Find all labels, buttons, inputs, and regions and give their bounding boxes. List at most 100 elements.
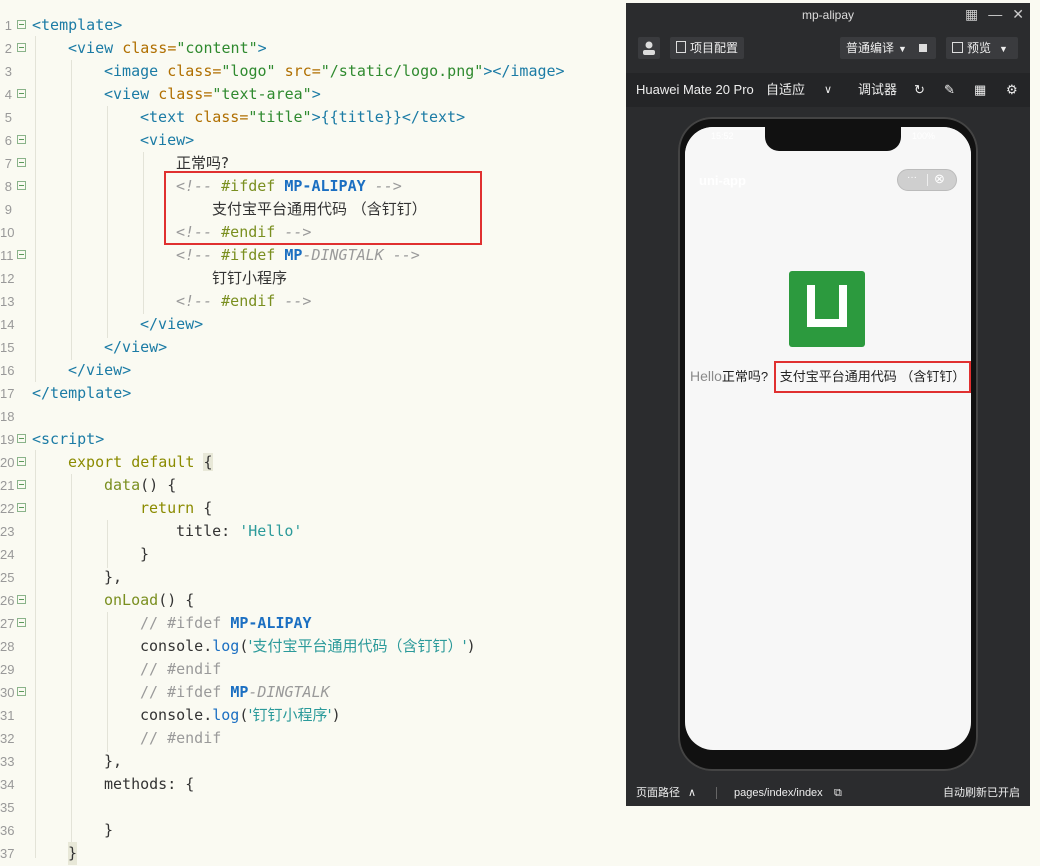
compile-mode-select[interactable]: 普通编译 ▼ (840, 37, 936, 59)
settings-icon[interactable]: ⚙ (1006, 73, 1018, 107)
code-line[interactable]: 30 // #ifdef MP-DINGTALK (0, 681, 626, 704)
code-line[interactable]: 6 <view> (0, 129, 626, 152)
code-line[interactable]: 22 return { (0, 497, 626, 520)
code-tag: > (257, 39, 267, 57)
code-comment: // #ifdef (140, 614, 231, 632)
code-line[interactable]: 28 console.log('支付宝平台通用代码（含钉钉）') (0, 635, 626, 658)
fit-select[interactable]: 自适应 (766, 73, 805, 107)
code-line[interactable]: 27 // #ifdef MP-ALIPAY (0, 612, 626, 635)
copy-icon[interactable]: ⧉ (834, 780, 842, 806)
line-number: 4 (4, 87, 12, 102)
line-number: 3 (4, 64, 12, 79)
code-line[interactable]: 29 // #endif (0, 658, 626, 681)
fold-toggle-icon[interactable] (17, 480, 26, 489)
preview-button[interactable]: 预览 ▼ (946, 37, 1018, 59)
code-line[interactable]: 20 export default { (0, 451, 626, 474)
code-string: "text-area" (212, 85, 312, 103)
phone-screen[interactable]: 15:52 100% uni-app ··· ⊗ Hello正常吗? 支付宝平台… (685, 127, 971, 750)
code-line[interactable]: 34 methods: { (0, 773, 626, 796)
fold-toggle-icon[interactable] (17, 43, 26, 52)
code-object: console. (140, 637, 213, 655)
device-bar: Huawei Mate 20 Pro 自适应 ∨ 调试器 ↻ ✎ ▦ ⚙ (626, 73, 1030, 107)
device-select[interactable]: Huawei Mate 20 Pro (636, 73, 754, 107)
code-line[interactable]: 23 title: 'Hello' (0, 520, 626, 543)
code-line[interactable]: 24 } (0, 543, 626, 566)
code-line[interactable]: 2 <view class="content"> (0, 37, 626, 60)
fold-toggle-icon[interactable] (17, 595, 26, 604)
code-line[interactable]: 31 console.log('钉钉小程序') (0, 704, 626, 727)
code-punct: ) (331, 706, 341, 724)
close-icon[interactable]: ✕ (1012, 6, 1024, 23)
fold-toggle-icon[interactable] (17, 434, 26, 443)
fold-toggle-icon[interactable] (17, 20, 26, 29)
code-function: onLoad (104, 591, 159, 609)
code-attr: class= (158, 85, 213, 103)
minimize-icon[interactable]: — (988, 6, 1002, 23)
fold-toggle-icon[interactable] (17, 135, 26, 144)
code-key: title: (176, 522, 240, 540)
pin-icon[interactable]: ✎ (944, 73, 955, 107)
code-line[interactable]: 3 <image class="logo" src="/static/logo.… (0, 60, 626, 83)
code-line[interactable]: 18 (0, 405, 626, 428)
layout-icon[interactable]: ▦ (965, 6, 978, 23)
auto-refresh-status[interactable]: 自动刷新已开启 (943, 780, 1020, 806)
code-text: console.log('钉钉小程序') (140, 704, 341, 727)
code-directive: #ifdef (221, 246, 285, 264)
code-line[interactable]: 13 <!-- #endif --> (0, 290, 626, 313)
code-line[interactable]: 21 data() { (0, 474, 626, 497)
project-config-label: 项目配置 (690, 41, 739, 55)
code-tag: >{{title}}</text> (311, 108, 466, 126)
code-line[interactable]: 4 <view class="text-area"> (0, 83, 626, 106)
fold-toggle-icon[interactable] (17, 457, 26, 466)
close-circle-icon[interactable]: ⊗ (934, 171, 945, 187)
code-line[interactable]: 12 钉钉小程序 (0, 267, 626, 290)
fold-toggle-icon[interactable] (17, 158, 26, 167)
fold-toggle-icon[interactable] (17, 503, 26, 512)
code-line[interactable]: 36 } (0, 819, 626, 842)
code-tag: ></image> (483, 62, 565, 80)
code-line[interactable]: 32 // #endif (0, 727, 626, 750)
fold-toggle-icon[interactable] (17, 618, 26, 627)
debugger-button[interactable]: 调试器 (858, 73, 897, 107)
code-line[interactable]: 14 </view> (0, 313, 626, 336)
fold-toggle-icon[interactable] (17, 687, 26, 696)
code-line[interactable]: 19 <script> (0, 428, 626, 451)
code-text: <!-- #endif --> (176, 290, 311, 313)
stop-icon[interactable] (918, 44, 927, 52)
code-line[interactable]: 11 <!-- #ifdef MP-DINGTALK --> (0, 244, 626, 267)
code-line[interactable]: 16 </view> (0, 359, 626, 382)
grid-icon[interactable]: ▦ (974, 73, 986, 107)
code-line[interactable]: 33 }, (0, 750, 626, 773)
refresh-icon[interactable]: ↻ (914, 73, 925, 107)
code-method: log (212, 706, 240, 724)
code-line[interactable]: 35 (0, 796, 626, 819)
chevron-down-icon[interactable]: ∨ (824, 73, 832, 107)
code-comment: -DINGTALK --> (302, 246, 420, 264)
fold-toggle-icon[interactable] (17, 89, 26, 98)
code-macro: MP (230, 683, 249, 701)
project-config-button[interactable]: 项目配置 (670, 37, 744, 59)
chevron-up-icon[interactable]: ∧ (688, 780, 696, 806)
more-icon[interactable]: ··· (907, 172, 917, 183)
code-line[interactable]: 5 <text class="title">{{title}}</text> (0, 106, 626, 129)
code-attr: class= (167, 62, 222, 80)
code-line[interactable]: 17 </template> (0, 382, 626, 405)
code-text: <image class="logo" src="/static/logo.pn… (104, 60, 565, 83)
code-string: '钉钉小程序' (248, 706, 332, 724)
code-line[interactable]: 1 <template> (0, 14, 626, 37)
user-button[interactable] (638, 37, 660, 59)
line-number: 19 (0, 432, 15, 447)
code-line[interactable]: 37 } (0, 842, 626, 865)
fold-toggle-icon[interactable] (17, 250, 26, 259)
code-line[interactable]: 26 onLoad() { (0, 589, 626, 612)
code-line[interactable]: 25 }, (0, 566, 626, 589)
code-line[interactable]: 15 </view> (0, 336, 626, 359)
code-text: onLoad() { (104, 589, 194, 612)
code-editor[interactable]: 1 <template> 2 <view class="content"> 3 … (0, 0, 626, 866)
page-path-label[interactable]: 页面路径 (636, 780, 680, 806)
line-number: 21 (0, 478, 15, 493)
line-number: 13 (0, 294, 15, 309)
fold-toggle-icon[interactable] (17, 181, 26, 190)
code-text: </view> (140, 315, 204, 333)
code-text: <view class="content"> (68, 37, 267, 60)
